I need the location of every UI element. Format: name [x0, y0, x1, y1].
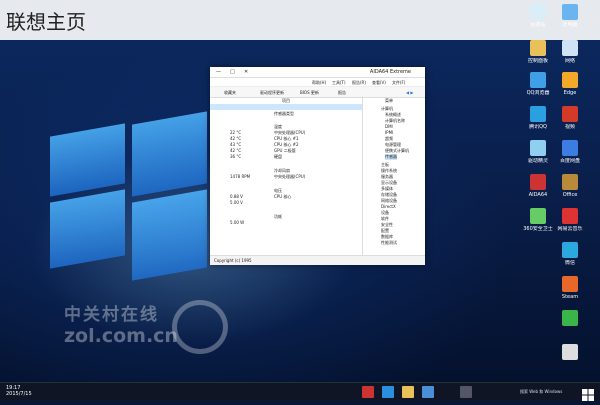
- watermark: 中关村在线 zol.com.cn: [64, 300, 178, 347]
- desktop-icon-recycle-bin[interactable]: 回收站: [520, 4, 556, 28]
- tree-item[interactable]: 性能测试: [381, 240, 397, 246]
- desktop-icon-driver[interactable]: 驱动精灵: [520, 140, 556, 164]
- list-item[interactable]: 传感器类型: [274, 111, 294, 117]
- desktop-icon-qq-browser[interactable]: QQ浏览器: [520, 72, 556, 96]
- task-view-icon[interactable]: [460, 386, 472, 398]
- steam-icon: [562, 276, 578, 292]
- qq-icon: [530, 106, 546, 122]
- cloud-icon: [562, 140, 578, 156]
- list-item[interactable]: CPU 核心: [274, 194, 291, 200]
- window-title: AIDA64 Extreme: [369, 69, 411, 75]
- menu-item[interactable]: 文件(F): [392, 80, 405, 86]
- recycle-bin-icon: [530, 4, 546, 20]
- desktop-icon-aida64[interactable]: AIDA64: [520, 174, 556, 198]
- taskbar: 19:17 2015/7/15 搜索 Web 和 Windows: [0, 382, 600, 401]
- desktop-icon-extra-2[interactable]: [552, 344, 588, 360]
- list-item[interactable]: 功耗: [274, 214, 282, 220]
- start-button[interactable]: [582, 386, 594, 401]
- page-title: 联想主页: [6, 10, 86, 34]
- aida64-icon: [530, 174, 546, 190]
- list-value: 36 °C: [230, 154, 242, 159]
- app-icon: [562, 344, 578, 360]
- desktop-icon-baidu[interactable]: 百度网盘: [552, 140, 588, 164]
- explorer-taskbar-icon[interactable]: [402, 386, 414, 398]
- wallpaper-logo-pane: [132, 111, 207, 197]
- taskbar-clock[interactable]: 19:17 2015/7/15: [6, 385, 32, 397]
- aida64-window[interactable]: AIDA64 Extreme — □ ✕ 帮助(H) 工具(T) 报告(R) 查…: [210, 67, 425, 265]
- menu-item[interactable]: 帮助(H): [312, 80, 326, 86]
- tree-header: 菜单: [385, 98, 393, 103]
- selected-row: [210, 104, 362, 110]
- desktop-icon-edge[interactable]: Edge: [552, 72, 588, 96]
- computer-icon: [562, 4, 578, 20]
- edge-taskbar-icon[interactable]: [382, 386, 394, 398]
- tree-item[interactable]: DirectX: [381, 204, 396, 209]
- window-titlebar[interactable]: AIDA64 Extreme — □ ✕: [210, 67, 425, 78]
- store-taskbar-icon[interactable]: [422, 386, 434, 398]
- wallpaper-logo-pane: [132, 189, 207, 281]
- list-value: 43 °C: [230, 142, 242, 147]
- video-icon: [562, 106, 578, 122]
- list-item[interactable]: 中央处理器(CPU): [274, 174, 305, 180]
- status-text: Copyright (c) 1995: [214, 258, 252, 263]
- aida64-taskbar-icon[interactable]: [362, 386, 374, 398]
- menu-item[interactable]: 报告(R): [352, 80, 366, 86]
- list-item[interactable]: 硬盘: [274, 154, 282, 160]
- desktop-icon-office[interactable]: Office: [552, 174, 588, 198]
- office-icon: [562, 174, 578, 190]
- list-value: 5.00 W: [230, 220, 245, 225]
- shield-icon: [530, 208, 546, 224]
- tree-item[interactable]: IPMI: [385, 130, 393, 135]
- browser-icon: [530, 72, 546, 88]
- menu-item[interactable]: 工具(T): [332, 80, 346, 86]
- menu-bar: 帮助(H) 工具(T) 报告(R) 查看(V) 文件(F): [210, 78, 425, 87]
- list-value: 42 °C: [230, 136, 242, 141]
- list-value: 0.88 V: [230, 194, 243, 199]
- maximize-icon[interactable]: □: [230, 69, 235, 75]
- driver-icon: [530, 140, 546, 156]
- desktop-icon-network[interactable]: 网络: [552, 40, 588, 64]
- page-header: 联想主页: [0, 0, 600, 40]
- tree-item[interactable]: 传感器: [385, 154, 397, 160]
- windows-logo-icon: [582, 389, 594, 401]
- watermark-logo-icon: [172, 300, 228, 354]
- desktop-icon-this-pc[interactable]: 此电脑: [552, 4, 588, 28]
- desktop-icon-video[interactable]: 视频: [552, 106, 588, 130]
- folder-icon: [530, 40, 546, 56]
- wallpaper-logo-pane: [50, 189, 125, 269]
- desktop-icon-extra-1[interactable]: [552, 310, 588, 326]
- back-icon[interactable]: ◀ ▶: [406, 90, 413, 95]
- desktop-icon-wechat[interactable]: 微信: [552, 242, 588, 266]
- clock-date: 2015/7/15: [6, 391, 32, 397]
- watermark-cn: 中关村在线: [64, 305, 159, 325]
- close-icon[interactable]: ✕: [244, 69, 248, 75]
- list-value: 5.00 V: [230, 200, 243, 205]
- watermark-en: zol.com.cn: [64, 325, 178, 347]
- status-bar: Copyright (c) 1995: [210, 255, 425, 265]
- edge-icon: [562, 72, 578, 88]
- list-value: 42 °C: [230, 148, 242, 153]
- minimize-icon[interactable]: —: [216, 69, 221, 75]
- list-value: 22 °C: [230, 130, 242, 135]
- tree-item[interactable]: DMI: [385, 124, 393, 129]
- desktop-icon-music[interactable]: 网易云音乐: [552, 208, 588, 232]
- menu-item[interactable]: 查看(V): [372, 80, 386, 86]
- wallpaper-logo-pane: [50, 123, 125, 197]
- list-value: 1478 RPM: [230, 174, 251, 179]
- wechat-icon: [562, 242, 578, 258]
- sensor-list: 项目 传感器类型 温度 中央处理器(CPU) 22 °C CPU 核心 #1 4…: [210, 96, 362, 256]
- desktop-icon-360[interactable]: 360安全卫士: [520, 208, 556, 232]
- menu-tree: 菜单 计算机 系统概述 计算机名称 DMI IPMI 超频 电源管理 便携式计算…: [362, 96, 426, 256]
- search-box[interactable]: 搜索 Web 和 Windows: [520, 389, 562, 395]
- desktop-icon-control-panel[interactable]: 控制面板: [520, 40, 556, 64]
- desktop-icon-steam[interactable]: Steam: [552, 276, 588, 300]
- app-icon: [562, 310, 578, 326]
- music-icon: [562, 208, 578, 224]
- desktop-icon-qq[interactable]: 腾讯QQ: [520, 106, 556, 130]
- network-icon: [562, 40, 578, 56]
